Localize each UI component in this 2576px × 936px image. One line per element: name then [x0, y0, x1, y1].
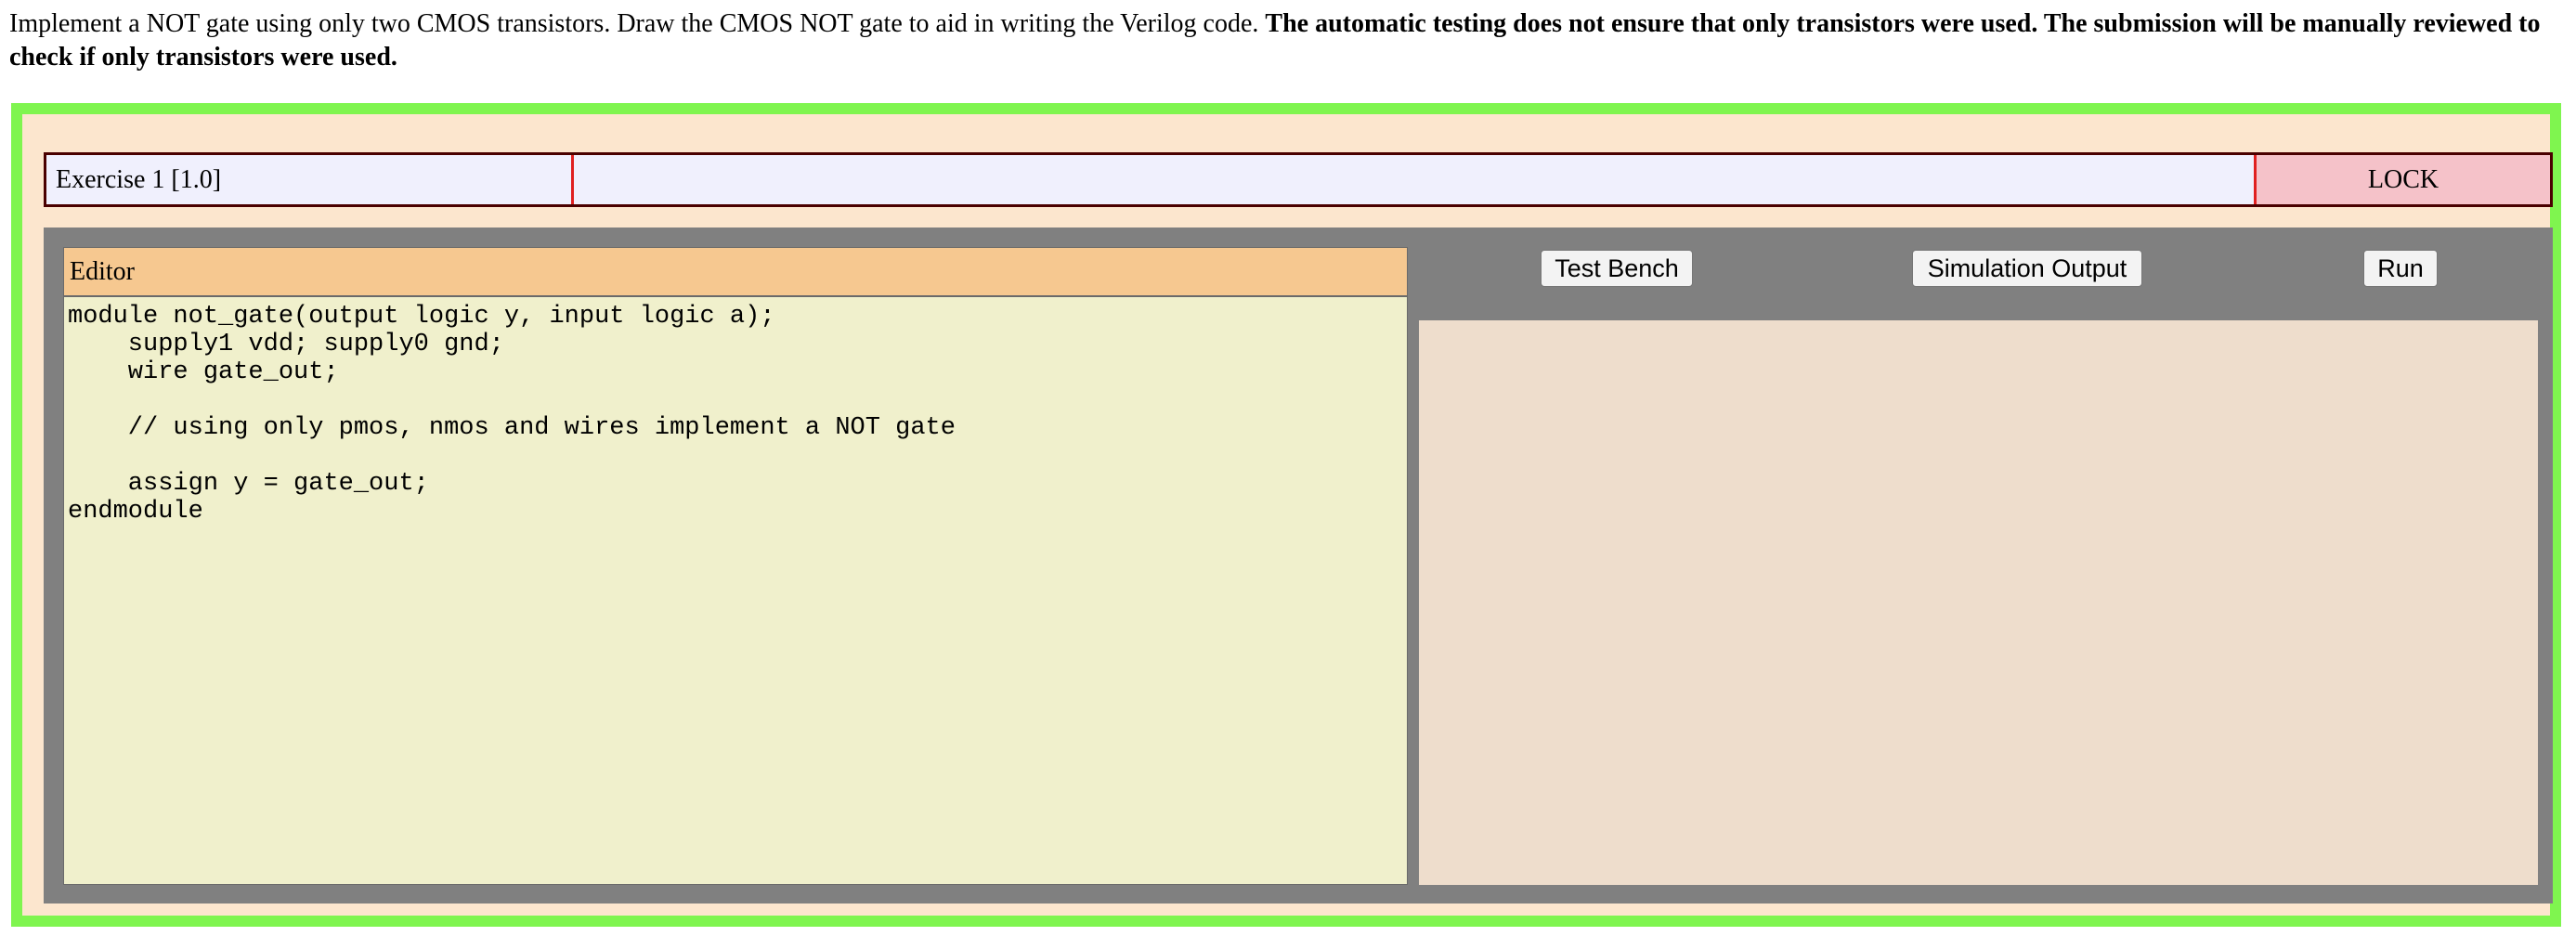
exercise-header: Exercise 1 [1.0] LOCK — [44, 152, 2553, 207]
editor-title: Editor — [63, 247, 1408, 296]
exercise-title: Exercise 1 [1.0] — [46, 155, 574, 204]
test-bench-button[interactable]: Test Bench — [1541, 250, 1693, 287]
exercise-container: Exercise 1 [1.0] LOCK Editor module not_… — [11, 103, 2561, 927]
code-editor[interactable]: module not_gate(output logic y, input lo… — [63, 296, 1408, 885]
simulation-output-button[interactable]: Simulation Output — [1912, 250, 2142, 287]
exercise-instructions: Implement a NOT gate using only two CMOS… — [9, 7, 2554, 74]
output-panel — [1419, 320, 2538, 885]
lock-button[interactable]: LOCK — [2257, 155, 2550, 204]
exercise-status — [574, 155, 2257, 204]
workspace-panel: Editor module not_gate(output logic y, i… — [44, 228, 2553, 904]
run-button[interactable]: Run — [2363, 250, 2438, 287]
instructions-text: Implement a NOT gate using only two CMOS… — [9, 9, 1266, 38]
